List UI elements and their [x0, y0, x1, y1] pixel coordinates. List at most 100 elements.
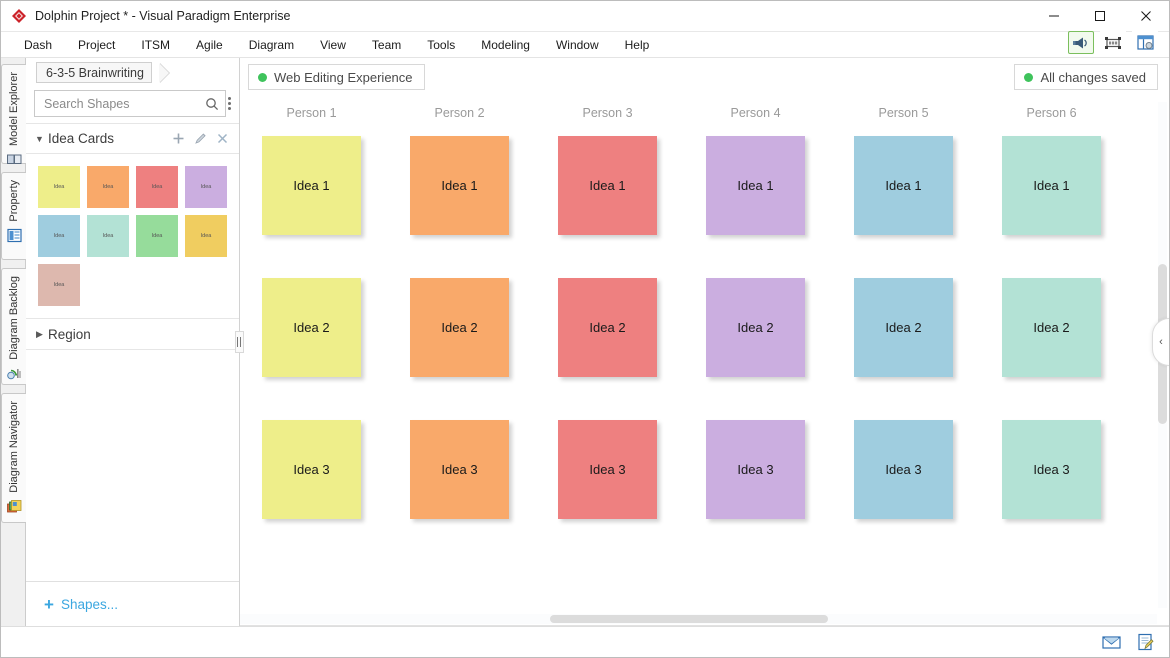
region-title: Region: [48, 326, 91, 342]
canvas-viewport[interactable]: Person 1 Idea 1 Idea 2 Idea 3 Person 2 Idea 1…: [240, 100, 1169, 626]
menu-item-project[interactable]: Project: [65, 35, 128, 55]
idea-card[interactable]: Idea 1: [706, 136, 805, 235]
menu-item-dash[interactable]: Dash: [11, 35, 65, 55]
menu-item-diagram[interactable]: Diagram: [236, 35, 307, 55]
person-column-header: Person 5: [878, 106, 929, 120]
idea-cards-section-header[interactable]: ▼ Idea Cards: [26, 123, 239, 154]
status-dot-icon: [1024, 72, 1034, 82]
menu-item-agile[interactable]: Agile: [183, 35, 236, 55]
idea-card-swatch-label: Idea: [53, 233, 65, 239]
idea-card[interactable]: Idea 3: [1002, 420, 1101, 519]
mail-icon[interactable]: [1101, 632, 1121, 652]
maximize-icon[interactable]: [1077, 1, 1123, 32]
panel-splitter[interactable]: [234, 58, 244, 626]
collapse-panel-handle[interactable]: ‹: [1152, 318, 1169, 366]
diagram-area: Web Editing Experience All changes saved: [240, 31, 1169, 626]
horizontal-scrollbar-thumb[interactable]: [550, 615, 828, 623]
person-column-header: Person 6: [1026, 106, 1077, 120]
idea-card[interactable]: Idea 2: [706, 278, 805, 377]
search-row: [26, 87, 239, 123]
idea-card-swatch[interactable]: Idea: [87, 166, 129, 208]
idea-card[interactable]: Idea 1: [854, 136, 953, 235]
close-icon[interactable]: [1123, 1, 1169, 32]
idea-card[interactable]: Idea 3: [706, 420, 805, 519]
idea-card[interactable]: Idea 1: [410, 136, 509, 235]
menu-item-itsm[interactable]: ITSM: [128, 35, 183, 55]
idea-card-swatch[interactable]: Idea: [136, 215, 178, 257]
idea-card-label: Idea 2: [885, 320, 922, 335]
idea-card[interactable]: Idea 2: [410, 278, 509, 377]
idea-card[interactable]: Idea 2: [854, 278, 953, 377]
person-column: Person 5 Idea 1 Idea 2 Idea 3: [854, 106, 953, 562]
window-controls: [1031, 1, 1169, 32]
close-icon[interactable]: [216, 132, 229, 145]
menu-bar: Dash Project ITSM Agile Diagram View Tea…: [1, 32, 1169, 58]
idea-card-swatch[interactable]: Idea: [185, 166, 227, 208]
idea-card-label: Idea 2: [441, 320, 478, 335]
idea-card-swatch[interactable]: Idea: [136, 166, 178, 208]
menu-item-modeling[interactable]: Modeling: [468, 35, 543, 55]
idea-card[interactable]: Idea 2: [558, 278, 657, 377]
idea-cards-title: Idea Cards: [48, 131, 115, 146]
sidebar-item-model-explorer[interactable]: Model Explorer: [1, 64, 26, 164]
idea-card[interactable]: Idea 1: [1002, 136, 1101, 235]
title-bar: Dolphin Project * - Visual Paradigm Ente…: [1, 1, 1169, 32]
sidebar-item-diagram-navigator[interactable]: Diagram Navigator: [1, 393, 26, 523]
person-column: Person 2 Idea 1 Idea 2 Idea 3: [410, 106, 509, 562]
idea-card[interactable]: Idea 1: [558, 136, 657, 235]
property-icon: [6, 227, 23, 244]
search-icon[interactable]: [205, 97, 219, 111]
menu-item-team[interactable]: Team: [359, 35, 414, 55]
pencil-icon[interactable]: [194, 132, 207, 145]
note-edit-icon[interactable]: [1135, 632, 1155, 652]
menu-item-view[interactable]: View: [307, 35, 359, 55]
add-shapes-link[interactable]: Shapes...: [61, 597, 118, 612]
idea-card-swatch[interactable]: Idea: [38, 264, 80, 306]
menu-item-tools[interactable]: Tools: [414, 35, 468, 55]
sidebar-item-diagram-backlog[interactable]: Diagram Backlog: [1, 268, 26, 385]
canvas-toolbar: [1068, 31, 1158, 54]
region-section-header[interactable]: ▶ Region: [26, 318, 239, 350]
megaphone-icon[interactable]: [1068, 31, 1094, 54]
panel-layout-icon[interactable]: [1132, 31, 1158, 54]
vertical-tab-label: Diagram Navigator: [8, 401, 20, 493]
add-shapes-bar[interactable]: + Shapes...: [26, 582, 239, 626]
idea-card[interactable]: Idea 3: [410, 420, 509, 519]
fit-to-screen-icon[interactable]: [1100, 31, 1126, 54]
plus-icon[interactable]: [172, 132, 185, 145]
web-editing-experience-badge[interactable]: Web Editing Experience: [248, 64, 425, 90]
idea-card-swatch[interactable]: Idea: [87, 215, 129, 257]
horizontal-scrollbar[interactable]: [240, 614, 1157, 624]
vertical-tab-label: Model Explorer: [8, 72, 20, 146]
idea-card[interactable]: Idea 1: [262, 136, 361, 235]
breadcrumb[interactable]: 6-3-5 Brainwriting: [36, 62, 152, 83]
sidebar-item-property[interactable]: Property: [1, 172, 26, 260]
kebab-menu-icon[interactable]: [228, 90, 231, 117]
idea-card-label: Idea 2: [293, 320, 330, 335]
idea-card-label: Idea 1: [1033, 178, 1070, 193]
idea-card-swatch-label: Idea: [151, 184, 163, 190]
idea-card[interactable]: Idea 3: [262, 420, 361, 519]
canvas-scroll-content: Person 1 Idea 1 Idea 2 Idea 3 Person 2 Idea 1…: [240, 100, 1157, 610]
idea-card-swatch[interactable]: Idea: [185, 215, 227, 257]
minimize-icon[interactable]: [1031, 1, 1077, 32]
chevron-right-icon[interactable]: ▶: [34, 329, 45, 340]
canvas-toolbar-row: Web Editing Experience All changes saved: [240, 31, 1169, 100]
search-input[interactable]: [44, 96, 205, 111]
idea-card[interactable]: Idea 3: [558, 420, 657, 519]
idea-card[interactable]: Idea 2: [1002, 278, 1101, 377]
person-column-header: Person 4: [730, 106, 781, 120]
menu-item-window[interactable]: Window: [543, 35, 612, 55]
model-explorer-icon: [6, 151, 23, 168]
menu-item-help[interactable]: Help: [612, 35, 663, 55]
person-column: Person 1 Idea 1 Idea 2 Idea 3: [262, 106, 361, 562]
idea-card[interactable]: Idea 3: [854, 420, 953, 519]
idea-card-swatch[interactable]: Idea: [38, 215, 80, 257]
idea-card-swatch-label: Idea: [53, 282, 65, 288]
search-box[interactable]: [34, 90, 226, 117]
splitter-grip-icon[interactable]: [234, 331, 244, 353]
idea-card-label: Idea 2: [737, 320, 774, 335]
chevron-down-icon[interactable]: ▼: [34, 134, 45, 144]
idea-card[interactable]: Idea 2: [262, 278, 361, 377]
idea-card-swatch[interactable]: Idea: [38, 166, 80, 208]
